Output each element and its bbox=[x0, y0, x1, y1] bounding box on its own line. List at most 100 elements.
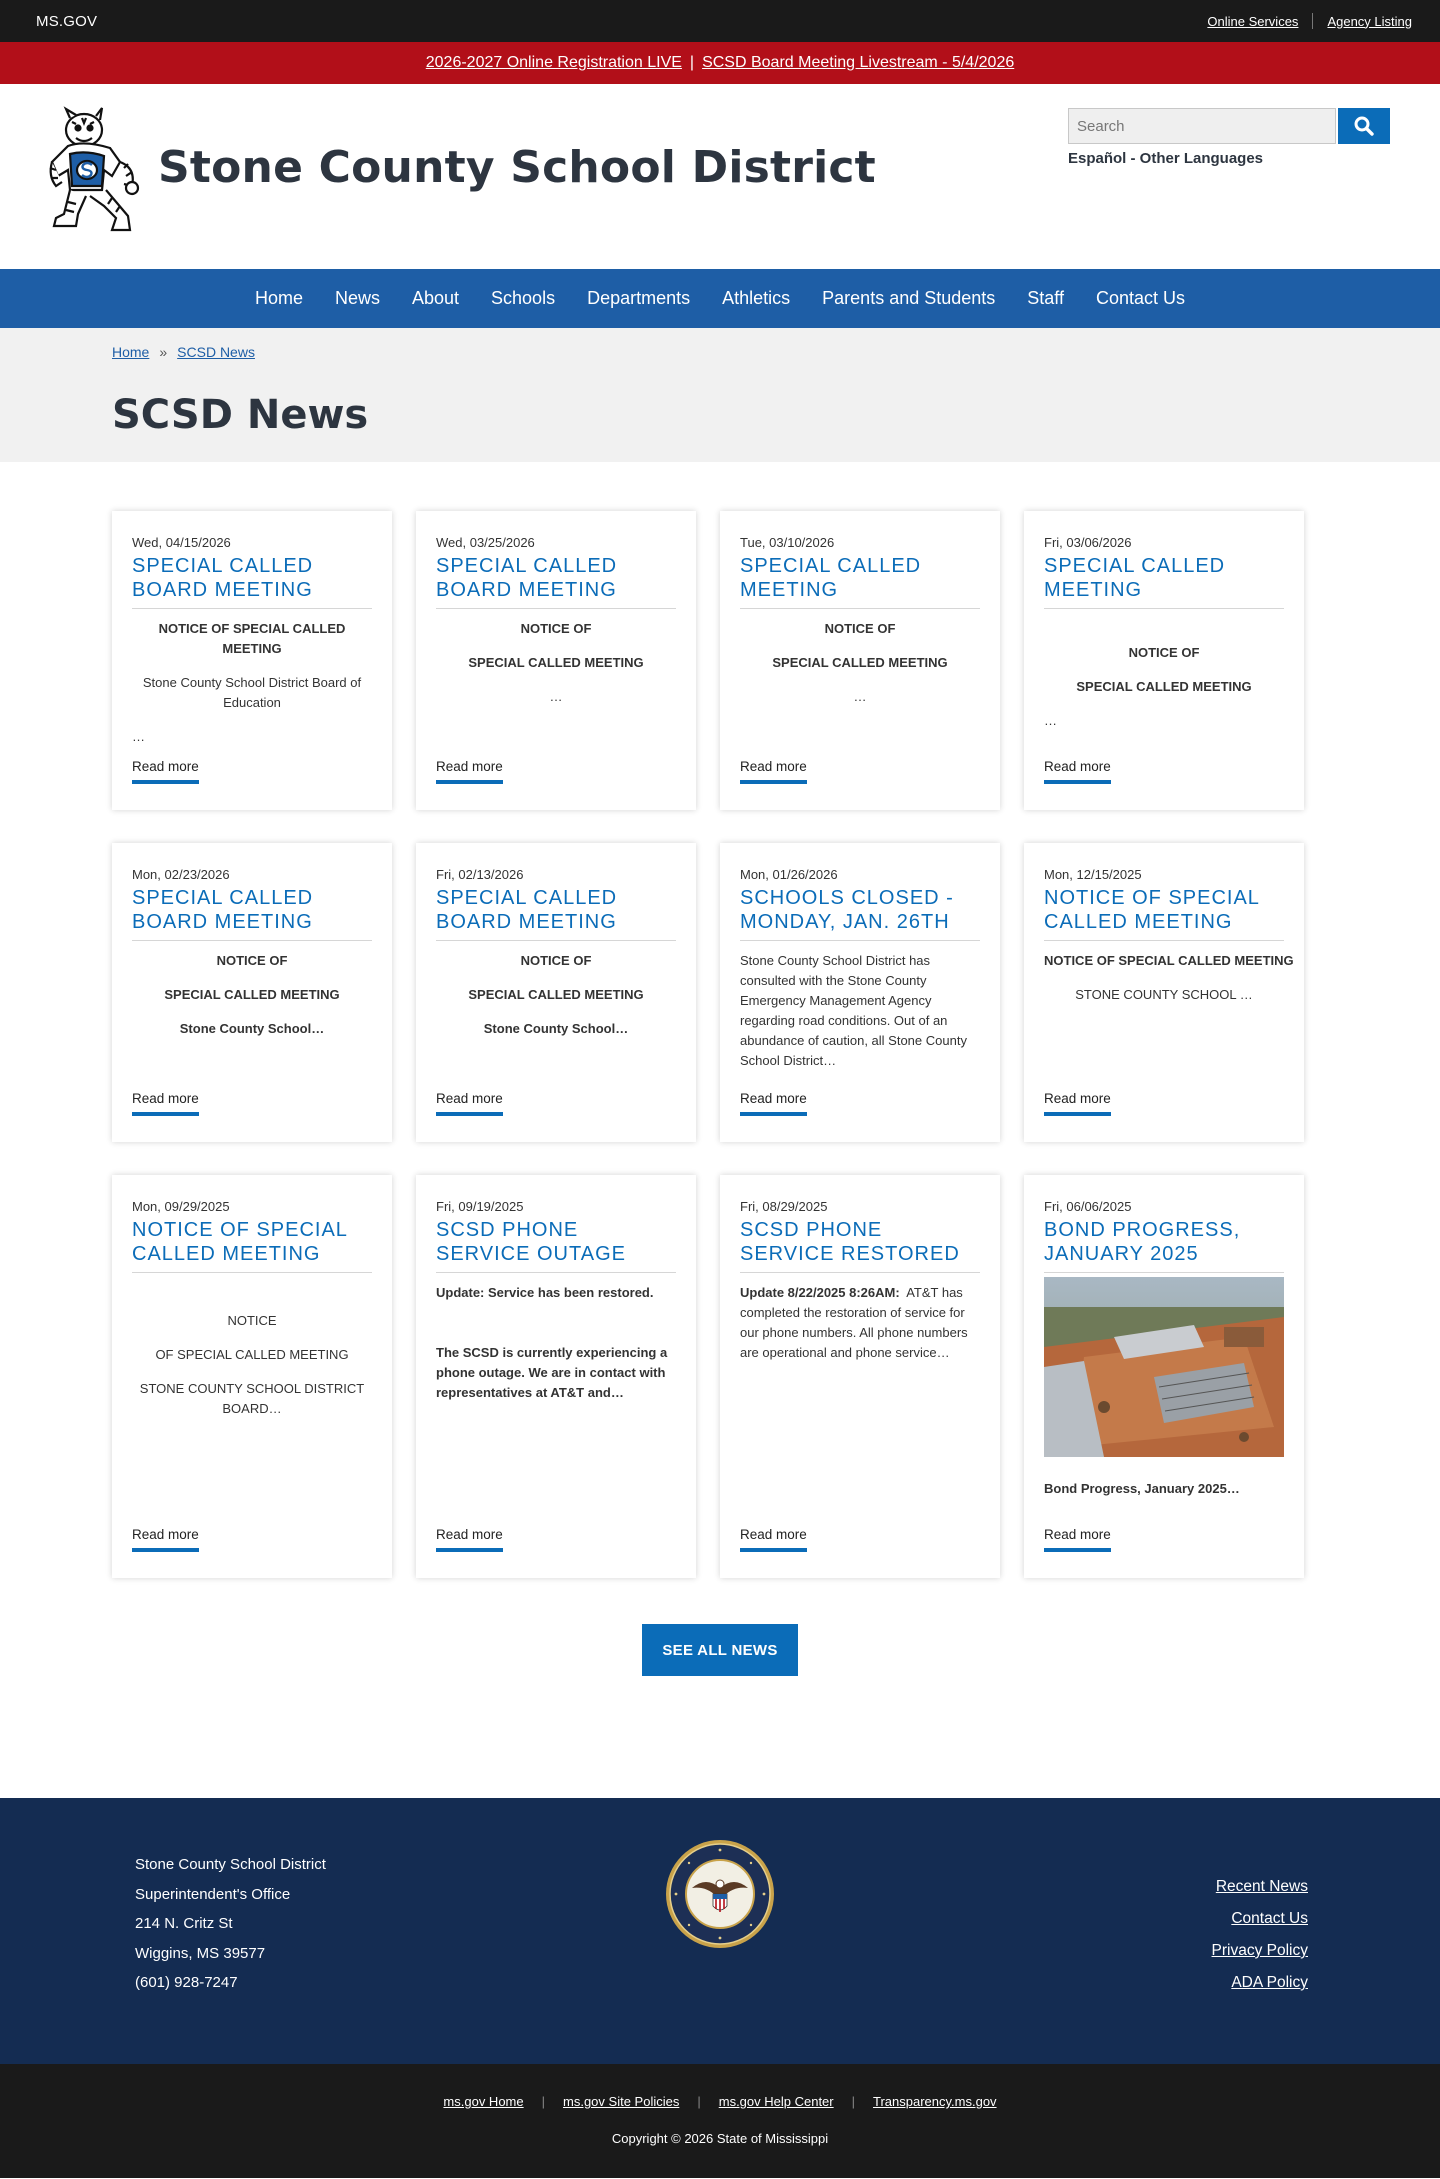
utility-links: Online Services Agency Listing bbox=[1193, 13, 1412, 29]
nav-schools[interactable]: Schools bbox=[475, 288, 571, 309]
read-more-link[interactable]: Read more bbox=[132, 759, 199, 784]
card-excerpt: NOTICE OF SPECIAL CALLED MEETING Stone C… bbox=[132, 619, 372, 747]
excerpt-line: … bbox=[853, 689, 867, 704]
see-all-news-button[interactable]: SEE ALL NEWS bbox=[642, 1624, 798, 1676]
card-excerpt: NOTICE OF SPECIAL CALLED MEETING STONE C… bbox=[1044, 951, 1294, 1005]
excerpt-line: … bbox=[1044, 713, 1057, 728]
read-more-link[interactable]: Read more bbox=[740, 1091, 807, 1116]
news-card: Fri, 09/19/2025 SCSD Phone Service Outag… bbox=[416, 1175, 696, 1578]
card-title[interactable]: SCSD Phone Service Restored bbox=[740, 1218, 980, 1273]
footer-links: Recent News Contact Us Privacy Policy AD… bbox=[1212, 1878, 1308, 2006]
card-title[interactable]: Special Called Board Meeting bbox=[132, 886, 372, 941]
read-more-link[interactable]: Read more bbox=[1044, 759, 1111, 784]
card-title[interactable]: Special Called Meeting bbox=[740, 554, 980, 609]
footer-link-contact-us[interactable]: Contact Us bbox=[1212, 1910, 1308, 1928]
state-subfooter: ms.gov Home | ms.gov Site Policies | ms.… bbox=[0, 2064, 1440, 2178]
transparency-link[interactable]: Transparency.ms.gov bbox=[855, 2094, 1015, 2109]
news-card: Mon, 12/15/2025 Notice of Special Called… bbox=[1024, 843, 1304, 1142]
footer-street: 214 N. Critz St bbox=[135, 1915, 233, 1932]
card-title[interactable]: Special Called Meeting bbox=[1044, 554, 1284, 609]
footer-link-privacy-policy[interactable]: Privacy Policy bbox=[1212, 1942, 1308, 1960]
nav-about[interactable]: About bbox=[396, 288, 475, 309]
news-card: Tue, 03/10/2026 Special Called Meeting N… bbox=[720, 511, 1000, 810]
livestream-alert-link[interactable]: SCSD Board Meeting Livestream - 5/4/2026 bbox=[702, 54, 1014, 72]
card-title[interactable]: Notice of Special Called Meeting bbox=[132, 1218, 372, 1273]
search-button[interactable] bbox=[1338, 108, 1390, 144]
site-title[interactable]: Stone County School District bbox=[158, 142, 876, 193]
card-title[interactable]: Special Called Board Meeting bbox=[436, 886, 676, 941]
card-excerpt: NOTICE OF SPECIAL CALLED MEETING … bbox=[740, 619, 980, 707]
excerpt-lead: Update 8/22/2025 8:26AM: bbox=[740, 1285, 900, 1300]
nav-home[interactable]: Home bbox=[239, 288, 319, 309]
nav-staff[interactable]: Staff bbox=[1011, 288, 1080, 309]
read-more-link[interactable]: Read more bbox=[132, 1527, 199, 1552]
footer-link-ada-policy[interactable]: ADA Policy bbox=[1212, 1974, 1308, 1992]
nav-contact-us[interactable]: Contact Us bbox=[1080, 288, 1201, 309]
card-title[interactable]: Bond Progress, January 2025 bbox=[1044, 1218, 1284, 1273]
nav-departments[interactable]: Departments bbox=[571, 288, 706, 309]
card-excerpt: NOTICE OF SPECIAL CALLED MEETING Stone C… bbox=[436, 951, 676, 1039]
nav-parents-and-students[interactable]: Parents and Students bbox=[806, 288, 1011, 309]
excerpt-line: Stone County School… bbox=[179, 1021, 325, 1036]
search-input[interactable] bbox=[1068, 108, 1336, 144]
agency-listing-link[interactable]: Agency Listing bbox=[1313, 14, 1412, 29]
card-date: Fri, 06/06/2025 bbox=[1044, 1199, 1132, 1214]
breadcrumb-home[interactable]: Home bbox=[112, 344, 149, 360]
aerial-construction-site-photo[interactable] bbox=[1044, 1277, 1284, 1457]
card-excerpt: Update 8/22/2025 8:26AM: AT&T has comple… bbox=[740, 1283, 980, 1363]
tiger-mascot-logo[interactable] bbox=[46, 106, 150, 236]
msgov-site-policies-link[interactable]: ms.gov Site Policies bbox=[545, 2094, 697, 2109]
excerpt-line: SPECIAL CALLED MEETING bbox=[164, 987, 340, 1002]
excerpt-line: NOTICE OF bbox=[520, 953, 592, 968]
msgov-help-center-link[interactable]: ms.gov Help Center bbox=[701, 2094, 852, 2109]
excerpt-line: NOTICE OF bbox=[520, 621, 592, 636]
news-card: Wed, 03/25/2026 Special Called Board Mee… bbox=[416, 511, 696, 810]
card-date: Fri, 09/19/2025 bbox=[436, 1199, 524, 1214]
read-more-link[interactable]: Read more bbox=[740, 759, 807, 784]
breadcrumb: Home » SCSD News bbox=[112, 344, 255, 360]
online-services-link[interactable]: Online Services bbox=[1193, 14, 1312, 29]
footer-link-recent-news[interactable]: Recent News bbox=[1212, 1878, 1308, 1896]
read-more-link[interactable]: Read more bbox=[436, 1527, 503, 1552]
nav-news[interactable]: News bbox=[319, 288, 396, 309]
card-date: Mon, 09/29/2025 bbox=[132, 1199, 230, 1214]
page-title: SCSD News bbox=[112, 392, 369, 438]
ms-gov-brand[interactable]: MS.GOV bbox=[36, 13, 97, 30]
card-date: Fri, 08/29/2025 bbox=[740, 1199, 828, 1214]
excerpt-line: … bbox=[132, 729, 145, 744]
excerpt-line: NOTICE OF SPECIAL CALLED MEETING bbox=[158, 621, 346, 656]
nav-athletics[interactable]: Athletics bbox=[706, 288, 806, 309]
language-link[interactable]: Español - Other Languages bbox=[1068, 150, 1390, 167]
excerpt-line: STONE COUNTY SCHOOL … bbox=[1075, 987, 1253, 1002]
card-date: Fri, 03/06/2026 bbox=[1044, 535, 1132, 550]
card-date: Mon, 01/26/2026 bbox=[740, 867, 838, 882]
card-date: Mon, 12/15/2025 bbox=[1044, 867, 1142, 882]
excerpt-line: SPECIAL CALLED MEETING bbox=[468, 987, 644, 1002]
read-more-link[interactable]: Read more bbox=[132, 1091, 199, 1116]
footer-address: Stone County School District Superintend… bbox=[135, 1850, 326, 1998]
read-more-link[interactable]: Read more bbox=[1044, 1091, 1111, 1116]
footer-city: Wiggins, MS 39577 bbox=[135, 1944, 266, 1962]
card-title[interactable]: SCSD Phone Service Outage bbox=[436, 1218, 676, 1273]
msgov-home-link[interactable]: ms.gov Home bbox=[425, 2094, 541, 2109]
excerpt-line: … bbox=[549, 689, 563, 704]
read-more-link[interactable]: Read more bbox=[436, 1091, 503, 1116]
excerpt-line: OF SPECIAL CALLED MEETING bbox=[155, 1347, 349, 1362]
card-date: Mon, 02/23/2026 bbox=[132, 867, 230, 882]
card-title[interactable]: Notice of Special Called Meeting bbox=[1044, 886, 1284, 941]
card-title[interactable]: Special Called Board Meeting bbox=[436, 554, 676, 609]
card-excerpt: Bond Progress, January 2025… bbox=[1044, 1479, 1284, 1499]
main-navigation: Home News About Schools Departments Athl… bbox=[0, 269, 1440, 328]
site-header: Stone County School District Español - O… bbox=[0, 84, 1440, 269]
card-title[interactable]: Special Called Board Meeting bbox=[132, 554, 372, 609]
news-grid: Wed, 04/15/2026 Special Called Board Mee… bbox=[0, 462, 1440, 1798]
read-more-link[interactable]: Read more bbox=[1044, 1527, 1111, 1552]
read-more-link[interactable]: Read more bbox=[740, 1527, 807, 1552]
alert-separator: | bbox=[689, 54, 695, 71]
registration-alert-link[interactable]: 2026-2027 Online Registration LIVE bbox=[426, 54, 682, 72]
read-more-link[interactable]: Read more bbox=[436, 759, 503, 784]
breadcrumb-current[interactable]: SCSD News bbox=[177, 344, 255, 360]
news-card: Fri, 03/06/2026 Special Called Meeting N… bbox=[1024, 511, 1304, 810]
card-title[interactable]: Schools Closed - Monday, Jan. 26th bbox=[740, 886, 980, 941]
excerpt-line: NOTICE OF bbox=[1128, 645, 1200, 660]
